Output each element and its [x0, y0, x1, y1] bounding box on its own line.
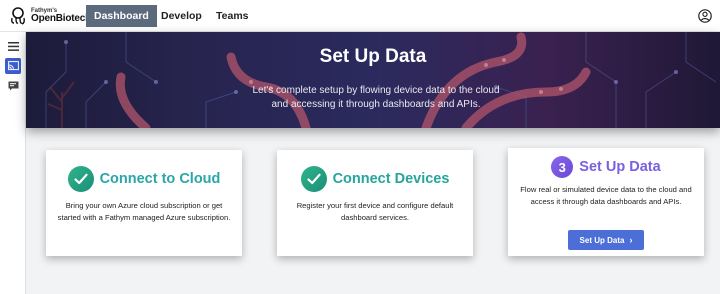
tab-teams[interactable]: Teams [208, 5, 257, 27]
step-card-connect-devices: Connect Devices Register your first devi… [277, 150, 473, 256]
sidebar-item-messages[interactable] [5, 78, 21, 94]
card-title: Connect Devices [332, 171, 450, 187]
account-circle-icon[interactable] [698, 9, 712, 23]
check-icon [300, 166, 327, 192]
hero-banner: Set Up Data Let's complete setup by flow… [26, 32, 720, 128]
sidebar [0, 32, 26, 294]
card-description: Flow real or simulated device data to th… [520, 185, 692, 206]
button-label: Set Up Data [579, 235, 625, 245]
tab-develop[interactable]: Develop [153, 5, 210, 27]
step-card-set-up-data: 3 Set Up Data Flow real or simulated dev… [508, 148, 704, 256]
step-card-connect-cloud: Connect to Cloud Bring your own Azure cl… [46, 150, 242, 256]
menu-toggle-button[interactable] [5, 38, 21, 54]
card-title: Connect to Cloud [99, 171, 221, 187]
tab-dashboard[interactable]: Dashboard [86, 5, 157, 27]
cast-icon [7, 61, 19, 71]
chat-icon [8, 81, 18, 91]
hero-subtitle: Let's complete setup by flowing device d… [252, 85, 500, 110]
set-up-data-button[interactable]: Set Up Data › [568, 230, 644, 250]
page-title: Set Up Data [319, 46, 427, 67]
top-navbar: Fathym's OpenBiotech Dashboard Develop T… [0, 0, 720, 32]
hamburger-icon [7, 41, 19, 51]
card-description: Register your first device and configure… [296, 201, 454, 222]
octopus-logo-icon [11, 7, 25, 25]
check-icon [67, 166, 94, 192]
sidebar-item-devices[interactable] [5, 58, 21, 74]
card-title: Set Up Data [579, 159, 661, 175]
chevron-right-icon: › [629, 235, 633, 245]
card-description: Bring your own Azure cloud subscription … [57, 201, 231, 222]
step-number-badge: 3 [551, 156, 574, 178]
brand-logo-link[interactable]: Fathym's OpenBiotech [8, 6, 91, 26]
brand-name: OpenBiotech [31, 13, 92, 24]
